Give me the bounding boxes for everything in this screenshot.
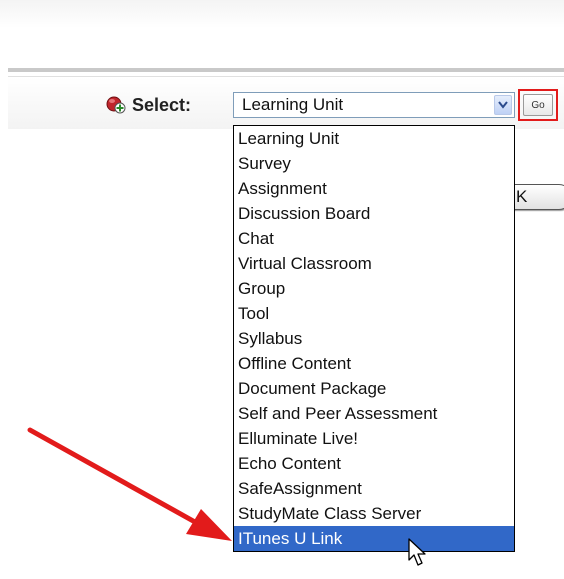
dropdown-option[interactable]: Offline Content xyxy=(234,351,514,376)
dropdown-option[interactable]: Chat xyxy=(234,226,514,251)
dropdown-option[interactable]: Virtual Classroom xyxy=(234,251,514,276)
select-current-value: Learning Unit xyxy=(242,95,344,114)
select-label: Select: xyxy=(106,94,191,116)
dropdown-option[interactable]: StudyMate Class Server xyxy=(234,501,514,526)
content-type-dropdown: Learning Unit Survey Assignment Discussi… xyxy=(233,125,515,552)
divider xyxy=(8,68,564,72)
dropdown-option[interactable]: Group xyxy=(234,276,514,301)
go-button[interactable]: Go xyxy=(523,94,553,116)
dropdown-option[interactable]: Echo Content xyxy=(234,451,514,476)
dropdown-option[interactable]: SafeAssignment xyxy=(234,476,514,501)
chevron-down-icon[interactable] xyxy=(494,95,512,115)
dropdown-option[interactable]: Elluminate Live! xyxy=(234,426,514,451)
add-content-icon xyxy=(106,96,126,114)
dropdown-option-highlighted[interactable]: ITunes U Link xyxy=(234,526,514,551)
dropdown-option[interactable]: Learning Unit xyxy=(234,126,514,151)
dropdown-option[interactable]: Survey xyxy=(234,151,514,176)
go-button-highlight: Go xyxy=(518,89,558,121)
dropdown-option[interactable]: Document Package xyxy=(234,376,514,401)
header-area xyxy=(0,0,564,70)
dropdown-option[interactable]: Self and Peer Assessment xyxy=(234,401,514,426)
select-label-text: Select: xyxy=(132,94,192,115)
mouse-pointer-icon xyxy=(408,538,426,566)
content-type-select[interactable]: Learning Unit xyxy=(233,92,515,118)
dropdown-option[interactable]: Discussion Board xyxy=(234,201,514,226)
dropdown-option[interactable]: Syllabus xyxy=(234,326,514,351)
dropdown-option[interactable]: Assignment xyxy=(234,176,514,201)
dropdown-option[interactable]: Tool xyxy=(234,301,514,326)
page: Select: Learning Unit Go K Learning Unit… xyxy=(0,0,564,579)
